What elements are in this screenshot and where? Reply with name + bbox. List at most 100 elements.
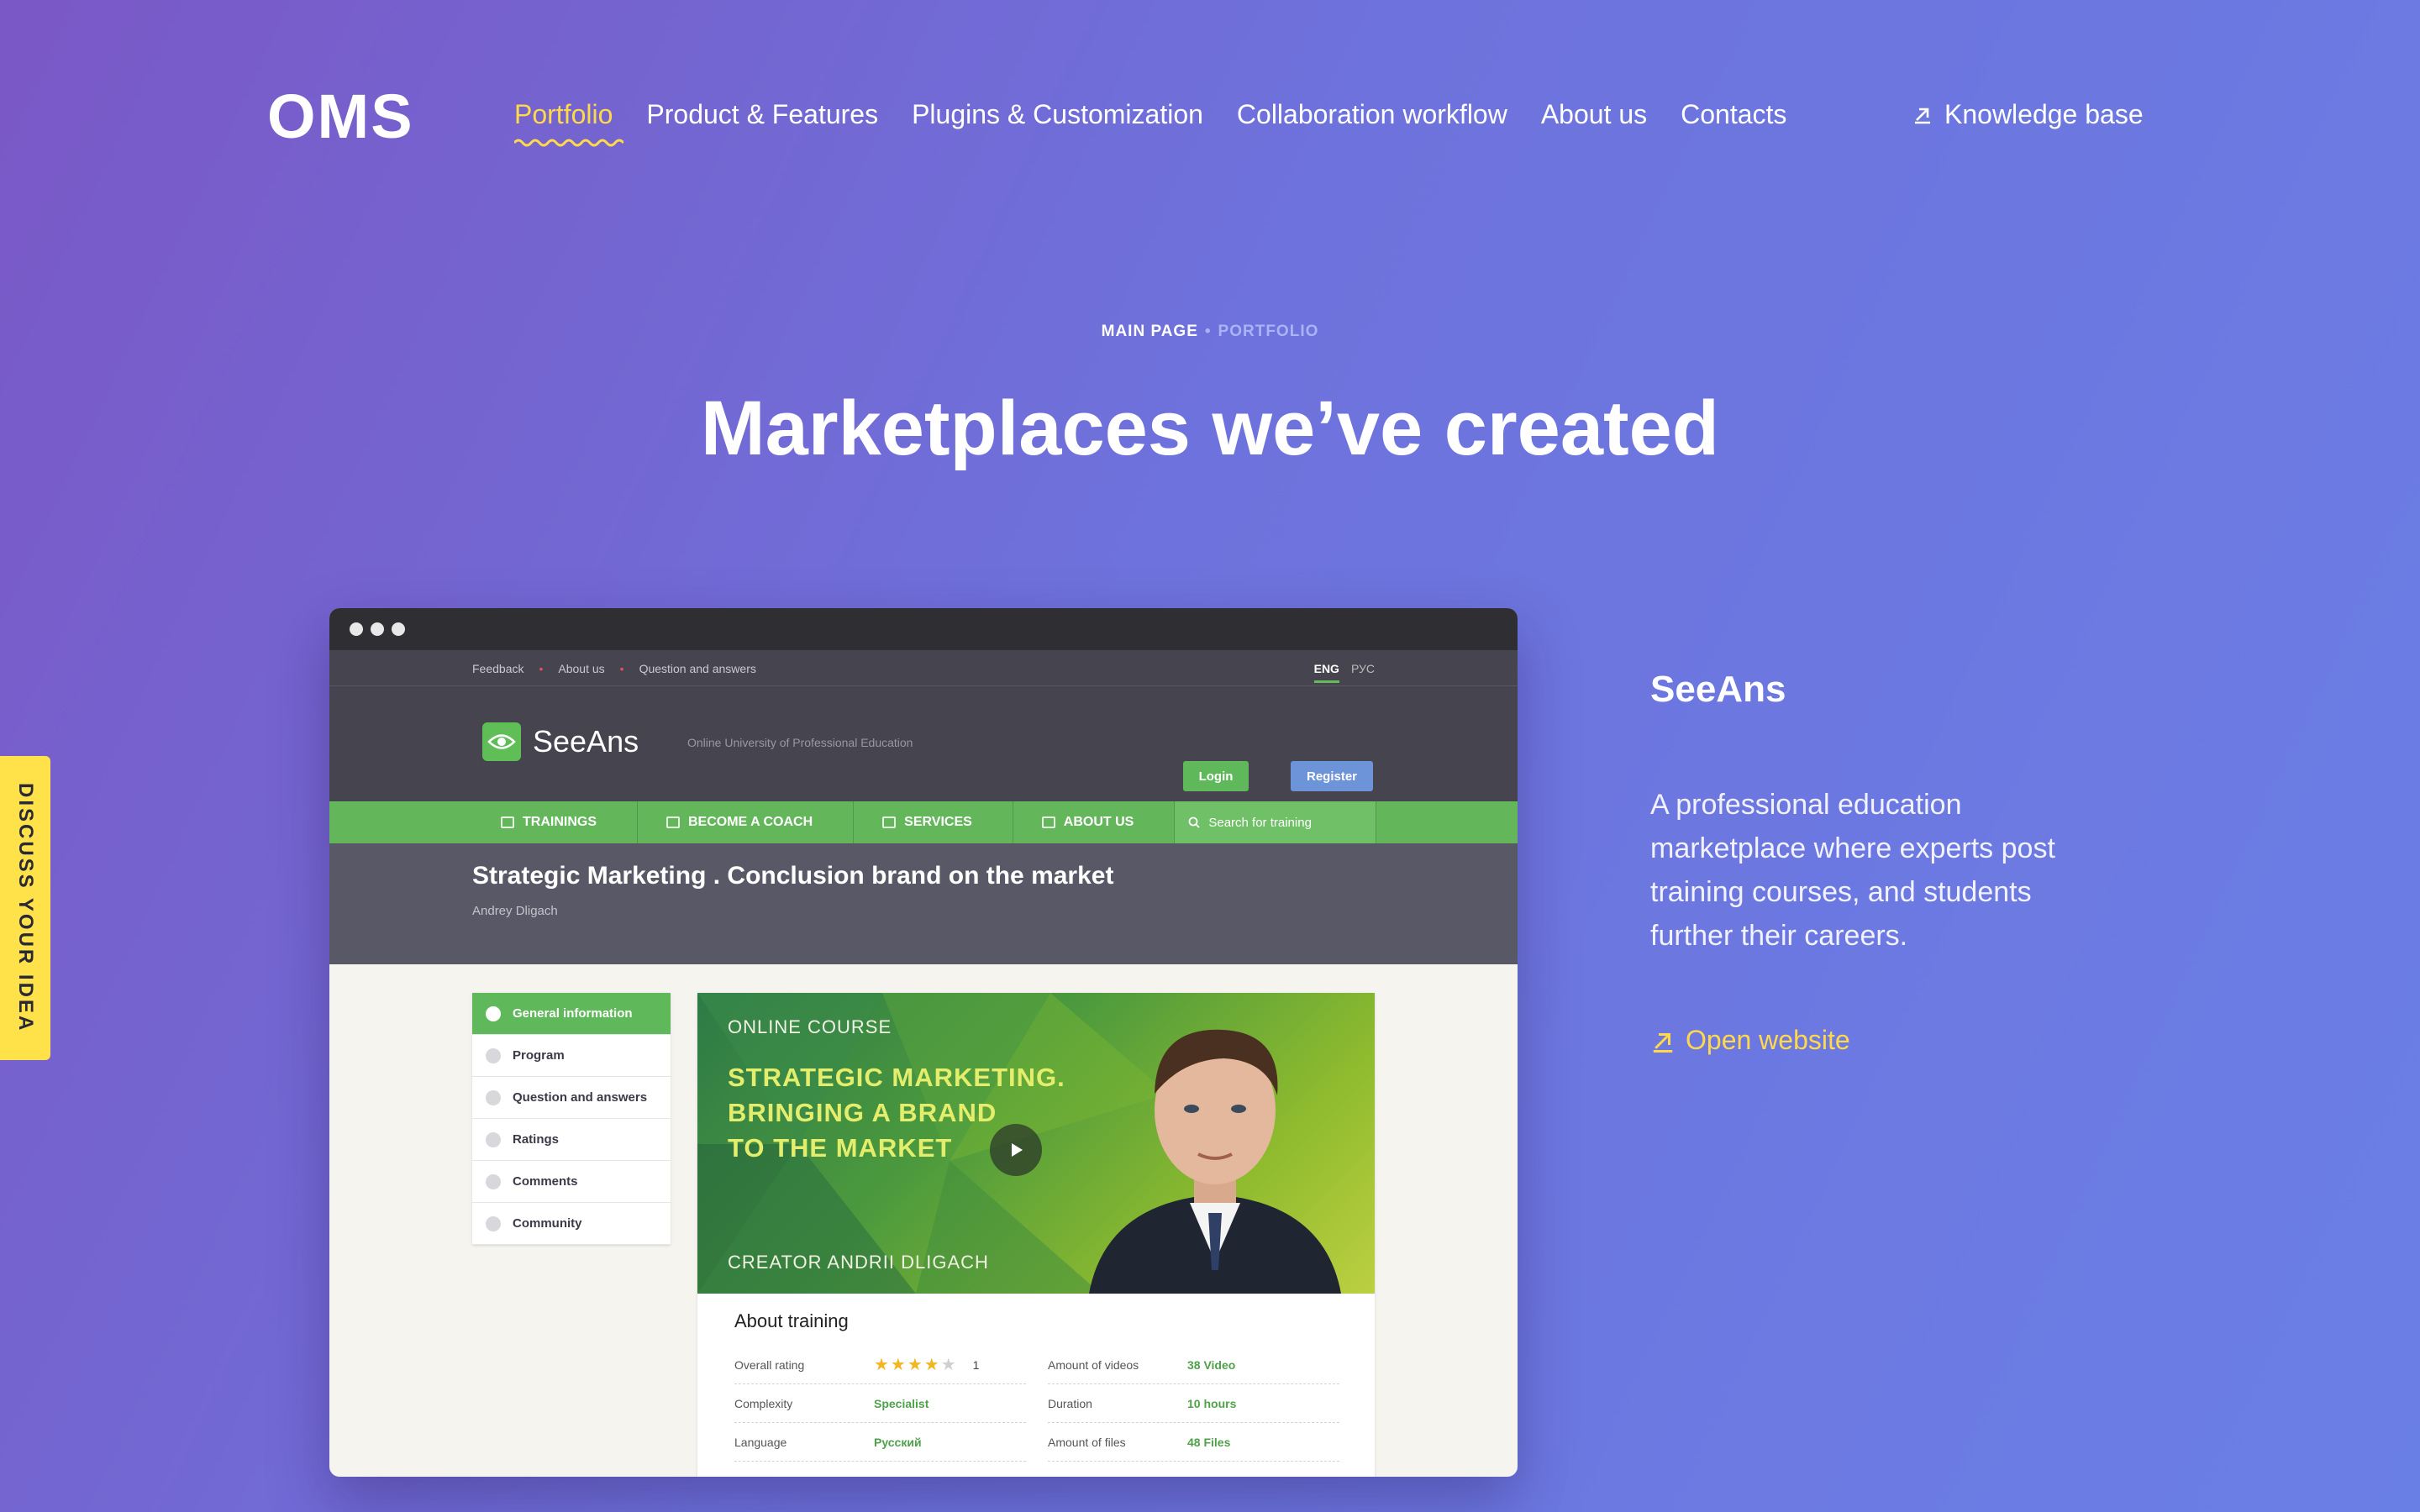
search-icon <box>1188 816 1200 828</box>
preview-course-card: ONLINE COURSE STRATEGIC MARKETING. BRING… <box>697 993 1375 1477</box>
oms-logo[interactable]: OMS <box>267 86 414 148</box>
preview-sidebar-label: Community <box>513 1216 582 1231</box>
preview-menu-label: TRAININGS <box>523 815 597 829</box>
course-banner: ONLINE COURSE STRATEGIC MARKETING. BRING… <box>697 993 1375 1294</box>
about-key: Language <box>734 1435 787 1449</box>
preview-topnav-sep: • <box>619 662 624 675</box>
preview-menu-services: SERVICES <box>854 801 1013 843</box>
program-icon <box>486 1047 501 1063</box>
rating-stars: ★★★★★ 1 <box>874 1354 979 1375</box>
star-rating-icon: ★★★★★ <box>874 1356 958 1374</box>
preview-sidebar-item: Comments <box>472 1161 671 1203</box>
preview-topnav-sep: • <box>539 662 544 675</box>
about-row: Language Русский <box>734 1423 1026 1462</box>
discuss-your-idea-tab[interactable]: DISCUSS YOUR IDEA <box>0 756 50 1060</box>
nav-contacts[interactable]: Contacts <box>1681 97 1786 131</box>
about-row: Duration 10 hours <box>1048 1384 1339 1423</box>
coach-portrait-image <box>1089 1029 1341 1294</box>
preview-language-switch: ENG РУС <box>1313 662 1375 683</box>
preview-sidebar-item: Community <box>472 1203 671 1245</box>
preview-register-button: Register <box>1291 761 1373 791</box>
about-value: 48 Files <box>1187 1435 1231 1449</box>
book-icon <box>882 816 897 828</box>
about-value: 10 hours <box>1187 1396 1237 1410</box>
project-name: SeeAns <box>1650 669 1786 710</box>
trainings-icon <box>501 816 514 828</box>
breadcrumb-current: PORTFOLIO <box>1218 323 1319 340</box>
preview-sidebar-item: Question and answers <box>472 1077 671 1119</box>
preview-search: Search for training <box>1175 801 1377 843</box>
info-icon <box>486 1005 501 1021</box>
course-creator: CREATOR ANDRII DLIGACH <box>728 1252 989 1273</box>
about-training-table: Overall rating ★★★★★ 1 Amount of videos 38… <box>734 1346 1339 1462</box>
breadcrumb: MAIN PAGE • PORTFOLIO <box>0 323 2420 341</box>
about-row: Complexity Specialist <box>734 1384 1026 1423</box>
preview-topnav-feedback: Feedback <box>472 662 524 675</box>
project-description: A professional education marketplace whe… <box>1650 789 2055 952</box>
about-row: Overall rating ★★★★★ 1 <box>734 1346 1026 1384</box>
nav-collaboration-workflow[interactable]: Collaboration workflow <box>1237 97 1507 131</box>
window-dot <box>350 622 363 636</box>
preview-body: General information Program Question and… <box>329 964 1518 1477</box>
preview-course-author: Andrey Dligach <box>472 904 558 918</box>
play-icon <box>990 1124 1042 1176</box>
open-website-link[interactable]: Open website <box>1650 1025 1850 1056</box>
course-heading-line: STRATEGIC MARKETING. <box>728 1063 1065 1092</box>
eye-logo-icon <box>482 722 521 761</box>
preview-login-button: Login <box>1183 761 1249 791</box>
about-key: Complexity <box>734 1396 793 1410</box>
preview-course-hero: Strategic Marketing . Conclusion brand o… <box>329 843 1518 964</box>
nav-portfolio[interactable]: Portfolio <box>514 97 623 147</box>
preview-sidebar-label: General information <box>513 1006 633 1021</box>
preview-menu-become-coach: BECOME A COACH <box>638 801 855 843</box>
about-key: Amount of files <box>1048 1435 1126 1449</box>
external-arrow-icon <box>1653 1032 1673 1053</box>
about-row: Amount of videos 38 Video <box>1048 1346 1339 1384</box>
about-key: Overall rating <box>734 1357 805 1372</box>
nav-portfolio-label: Portfolio <box>514 99 613 129</box>
preview-sidebar-item: Ratings <box>472 1119 671 1161</box>
preview-search-placeholder: Search for training <box>1208 815 1312 830</box>
breadcrumb-separator: • <box>1204 323 1212 340</box>
discuss-your-idea-label: DISCUSS YOUR IDEA <box>14 783 37 1033</box>
about-key: Duration <box>1048 1396 1092 1410</box>
nav-product-features[interactable]: Product & Features <box>646 97 878 131</box>
page-title: Marketplaces we’ve created <box>700 386 1720 471</box>
course-kicker: ONLINE COURSE <box>728 1016 892 1037</box>
preview-site-name: SeeAns <box>533 724 639 759</box>
main-nav: Portfolio Product & Features Plugins & C… <box>514 97 1786 147</box>
flag-icon <box>486 1131 501 1147</box>
about-value: Specialist <box>874 1396 929 1410</box>
question-icon <box>486 1089 501 1105</box>
preview-course-title: Strategic Marketing . Conclusion brand o… <box>472 862 1114 890</box>
preview-menu-label: ABOUT US <box>1063 815 1134 829</box>
preview-sidebar: General information Program Question and… <box>472 993 671 1245</box>
preview-sidebar-label: Program <box>513 1048 565 1063</box>
preview-menu-label: BECOME A COACH <box>688 815 813 829</box>
briefcase-icon <box>1041 816 1055 828</box>
preview-menu-label: SERVICES <box>904 815 972 829</box>
preview-sidebar-item: Program <box>472 1035 671 1077</box>
about-value: Русский <box>874 1435 922 1449</box>
comment-icon <box>486 1173 501 1189</box>
preview-brand: SeeAns <box>482 722 639 761</box>
window-dot <box>371 622 384 636</box>
preview-lang-rus: РУС <box>1350 662 1375 675</box>
preview-menu-trainings: TRAININGS <box>472 801 638 843</box>
preview-sidebar-item: General information <box>472 993 671 1035</box>
rating-count: 1 <box>972 1357 980 1372</box>
breadcrumb-main-page[interactable]: MAIN PAGE <box>1102 323 1198 340</box>
preview-tagline: Online University of Professional Educat… <box>687 736 913 749</box>
preview-divider <box>329 685 1518 686</box>
user-icon <box>666 816 680 828</box>
preview-menu: TRAININGS BECOME A COACH SERVICES ABOUT … <box>329 801 1518 843</box>
nav-plugins-customization[interactable]: Plugins & Customization <box>912 97 1203 131</box>
preview-lang-eng: ENG <box>1313 662 1339 683</box>
knowledge-base-link[interactable]: Knowledge base <box>1912 97 2144 131</box>
nav-about-us[interactable]: About us <box>1541 97 1647 131</box>
open-website-label: Open website <box>1686 1025 1850 1055</box>
preview-sidebar-label: Comments <box>513 1174 578 1189</box>
preview-sidebar-label: Question and answers <box>513 1090 648 1105</box>
browser-titlebar <box>329 608 1518 650</box>
about-value: 38 Video <box>1187 1357 1236 1372</box>
